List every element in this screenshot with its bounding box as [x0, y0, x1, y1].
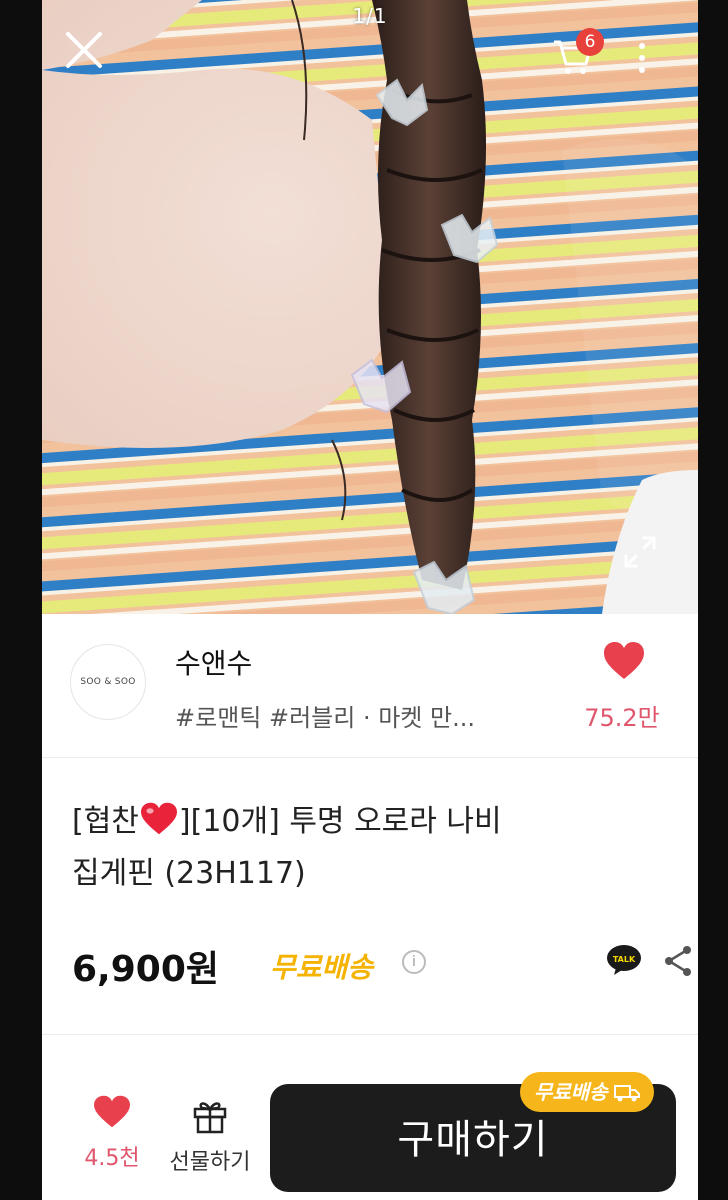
- truck-icon: [613, 1085, 640, 1102]
- share-icon: [665, 946, 691, 976]
- product-price: 6,900원: [72, 949, 219, 990]
- info-icon[interactable]: i: [402, 950, 426, 974]
- kakao-talk-button[interactable]: TALK: [606, 944, 642, 976]
- product-title-prefix: [협찬: [72, 804, 139, 839]
- gift-label: 선물하기: [169, 1150, 251, 1175]
- close-icon: [66, 32, 102, 68]
- shop-logo[interactable]: SOO & SOO: [70, 644, 146, 720]
- wishlist-button[interactable]: 4.5천: [74, 1094, 150, 1184]
- heart-icon: [604, 642, 644, 679]
- product-page: 1/1 6 SOO & SOO 수앤수 #로맨틱 #러블리 · 마켓 만... …: [42, 0, 698, 1200]
- product-title-line-1: [협찬 ][10개] 투명 오로라 나비: [72, 796, 672, 848]
- expand-icon: [624, 536, 656, 568]
- price-row: 6,900원 무료배송 i TALK: [72, 940, 691, 990]
- more-options-button[interactable]: [632, 40, 652, 76]
- shop-like-button[interactable]: [602, 640, 646, 682]
- shop-tags: #로맨틱 #러블리 · 마켓 만...: [175, 704, 475, 732]
- close-button[interactable]: [60, 26, 108, 74]
- product-title: [협찬 ][10개] 투명 오로라 나비 집게핀 (23H117): [72, 796, 672, 900]
- free-shipping-label: 무료배송: [270, 951, 374, 984]
- kakao-talk-icon: TALK: [607, 945, 641, 975]
- image-counter: 1/1: [352, 4, 388, 28]
- cart-count-badge: 6: [576, 28, 604, 56]
- talk-label: TALK: [613, 955, 636, 964]
- free-shipping-badge-label: 무료배송: [534, 1080, 608, 1104]
- product-title-rest: ][10개] 투명 오로라 나비: [178, 804, 502, 839]
- heart-emoji-icon: [140, 802, 177, 835]
- shop-name[interactable]: 수앤수: [175, 642, 252, 682]
- section-divider: [42, 1034, 698, 1035]
- wishlist-count: 4.5천: [84, 1146, 140, 1171]
- shop-logo-text: SOO & SOO: [80, 677, 136, 687]
- more-icon: [639, 43, 645, 73]
- product-title-line-2: 집게핀 (23H117): [72, 856, 306, 891]
- gift-button[interactable]: 선물하기: [160, 1098, 260, 1188]
- left-margin: [0, 0, 42, 1200]
- shop-like-count: 75.2만: [584, 704, 660, 732]
- product-image[interactable]: 1/1 6: [42, 0, 698, 614]
- heart-icon: [94, 1095, 130, 1128]
- expand-image-button[interactable]: [620, 532, 660, 572]
- gift-icon: [193, 1102, 227, 1134]
- right-margin: [698, 0, 728, 1200]
- product-photo-illustration: [42, 0, 698, 614]
- shop-info-row[interactable]: SOO & SOO 수앤수 #로맨틱 #러블리 · 마켓 만... 75.2만: [42, 614, 698, 758]
- free-shipping-badge: 무료배송: [520, 1072, 654, 1112]
- share-button[interactable]: [662, 944, 694, 978]
